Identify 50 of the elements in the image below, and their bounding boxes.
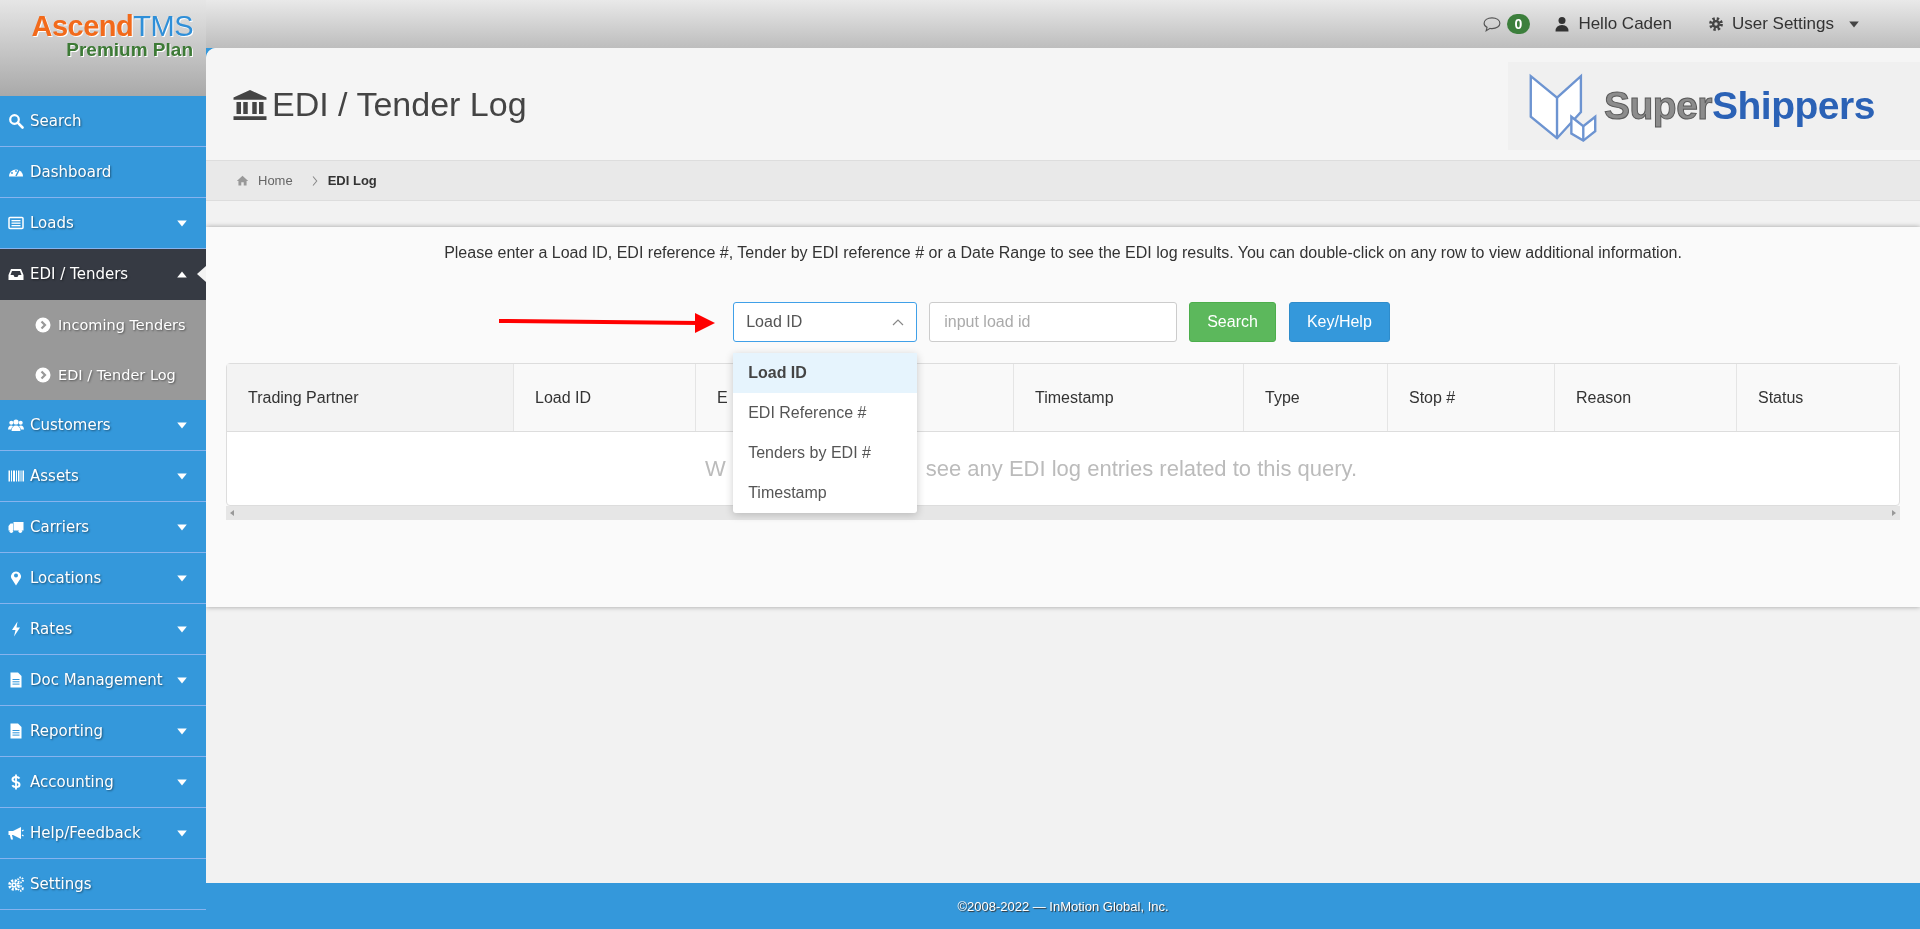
document-icon [8,672,24,688]
dropdown-option[interactable]: EDI Reference # [733,393,918,433]
users-icon [8,417,24,433]
column-header: Load ID [514,364,696,431]
chevron-up-icon [892,317,905,327]
column-header: Stop # [1388,364,1555,431]
page-title: EDI / Tender Log [272,84,527,124]
gear-icon [1707,16,1724,32]
search-button[interactable]: Search [1189,302,1276,342]
inbox-icon [8,266,24,282]
column-header: Trading Partner [227,364,514,431]
column-header: Status [1757,387,1805,408]
select-field[interactable]: Load ID [733,302,918,342]
dropdown-option[interactable]: Load ID [733,353,918,393]
message-count-badge: 0 [1506,14,1531,34]
gears-icon [8,876,24,892]
barcode-icon [8,468,24,484]
dropdown-option[interactable]: Timestamp [733,473,918,513]
sidebar-subitem[interactable]: Incoming Tenders [0,300,206,350]
empty-message: see any EDI log entries related to this query. [925,455,1358,482]
truck-icon [8,519,24,535]
document-icon [8,723,24,739]
chevron-circle-icon [35,367,51,383]
user-icon [1554,16,1571,32]
chevron-circle-icon [35,317,51,333]
breadcrumb-link[interactable]: EDI Log [327,173,377,188]
copyright-text: ©2008-2022 — InMotion Global, Inc. [957,898,1169,914]
megaphone-icon [8,825,24,841]
column-header: Reason [1555,364,1737,431]
column-header: Type [1244,364,1388,431]
load-id-field[interactable]: input load id [929,302,1178,342]
user-settings-link[interactable]: User Settings [1731,14,1834,34]
sidebar-subitem[interactable]: EDI / Tender Log [0,350,206,400]
instructions-text: Please enter a Load ID, EDI reference #, Tender by EDI reference # or a Date Range to see the EDI log results. You can double-click on any row to view additional information. [443,243,1683,263]
breadcrumb-link[interactable]: Home [258,173,293,188]
partner-logo-text: SuperShippers [1604,84,1875,128]
greeting-link[interactable]: Hello Caden [1578,14,1672,34]
sidebar-item[interactable]: EDI / Tenders [0,249,206,300]
search-icon [8,113,24,129]
help-button[interactable]: Key/Help [1288,302,1390,342]
plan-label: Premium Plan [66,40,193,60]
dropdown-option[interactable]: Tenders by EDI # [733,433,918,473]
home-icon [236,174,249,187]
list-icon [8,215,24,231]
empty-message: W [705,455,726,482]
map-pin-icon [8,570,24,586]
app-logo: AscendTMS [31,12,193,40]
column-header: Timestamp [1014,364,1244,431]
speech-bubble-icon [1482,15,1501,33]
bank-icon [232,88,268,122]
